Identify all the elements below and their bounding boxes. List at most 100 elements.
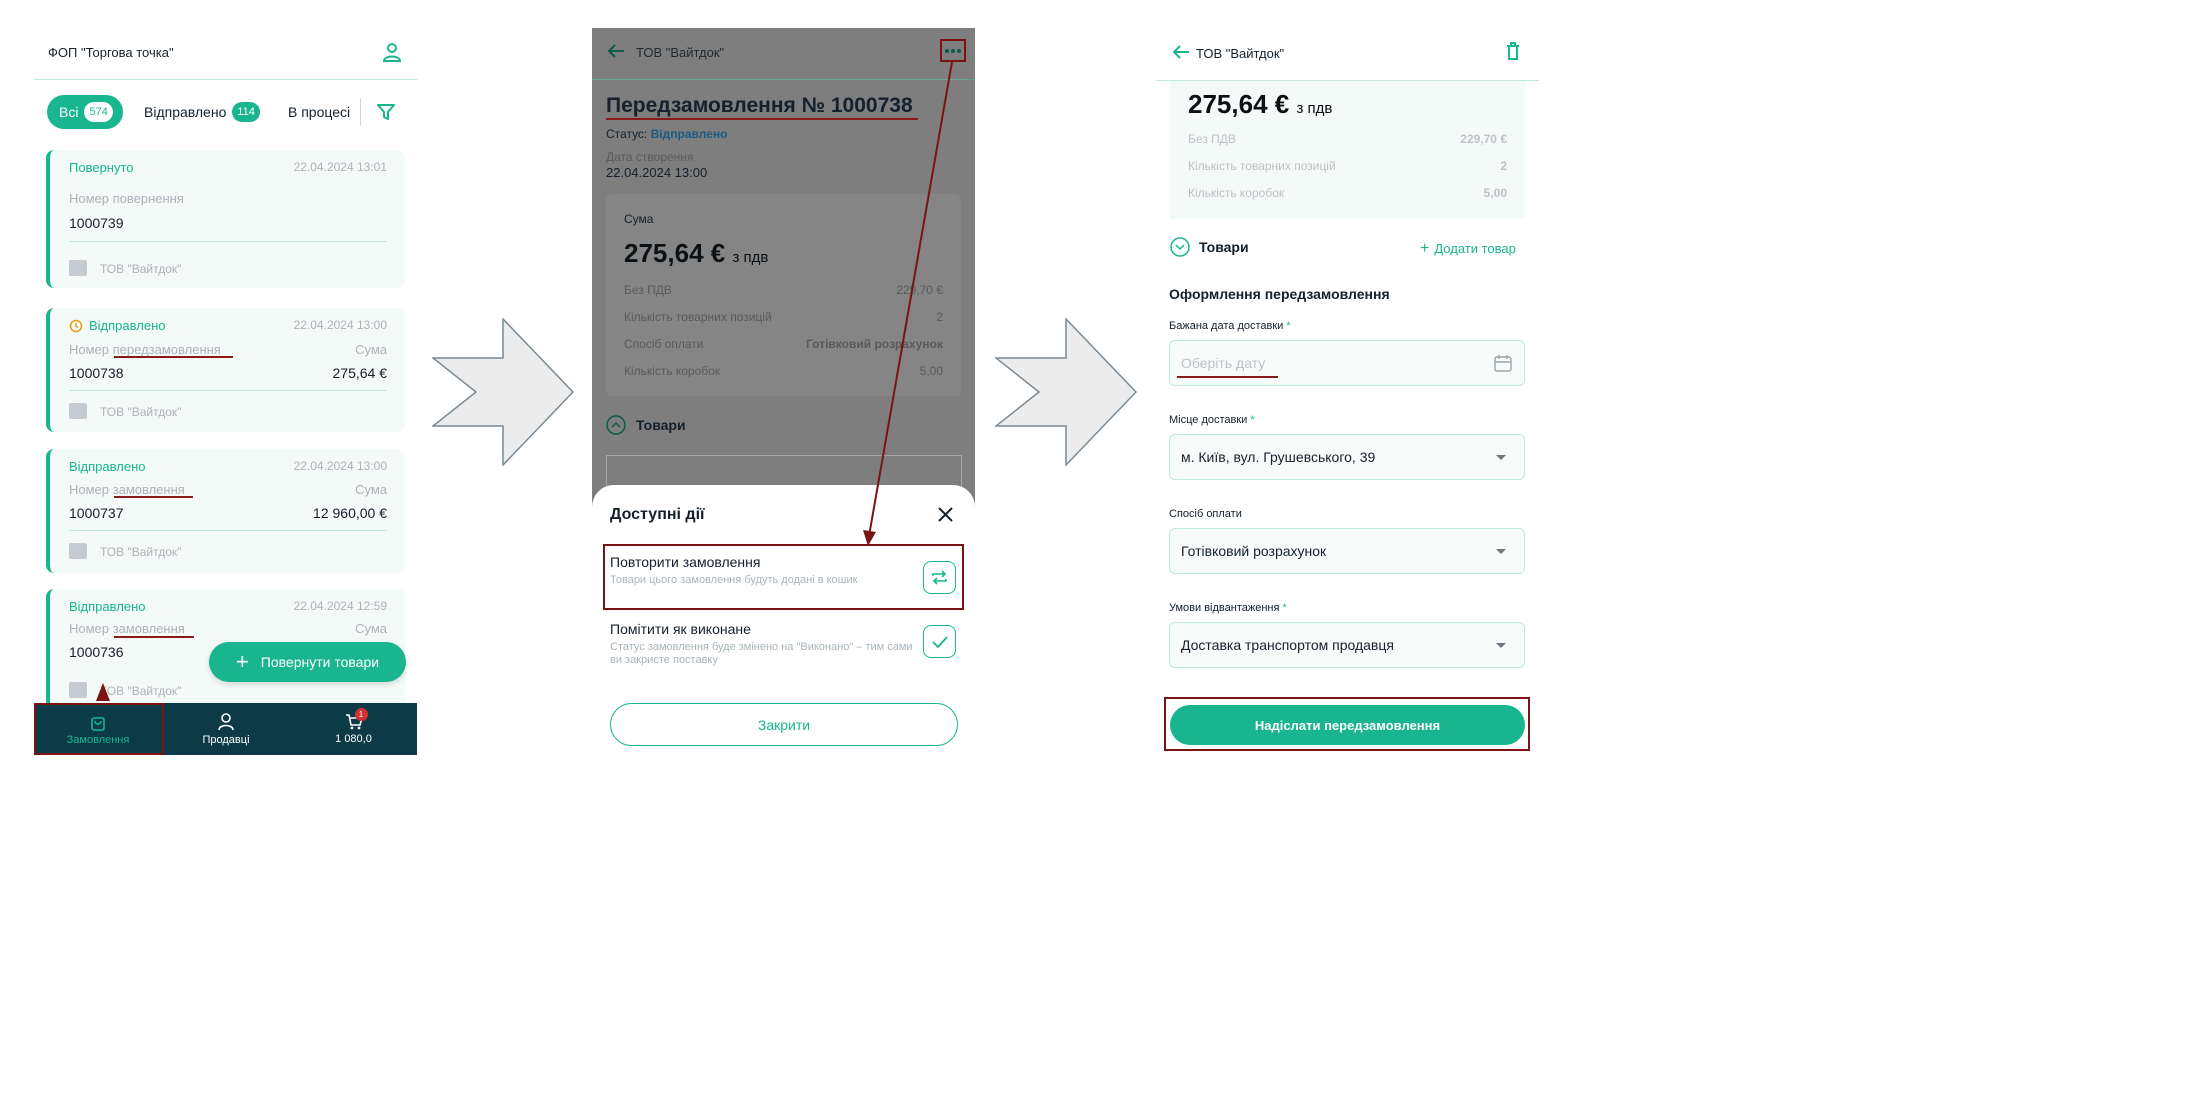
- filter-all-label: Всі: [59, 104, 79, 120]
- sum-amount: 275,64 €: [1188, 89, 1290, 119]
- row-value: 5,00: [1483, 186, 1507, 200]
- place-value: м. Київ, вул. Грушевського, 39: [1181, 449, 1376, 465]
- calendar-icon: [1494, 354, 1512, 372]
- company-icon: [69, 260, 87, 276]
- order-card[interactable]: Відправлено 22.04.2024 13:00 Номер замов…: [46, 449, 405, 573]
- row-label: Без ПДВ: [1188, 132, 1236, 146]
- company-icon: [69, 682, 87, 698]
- return-goods-label: Повернути товари: [260, 654, 380, 670]
- order-number-label: Номер замовлення: [69, 482, 185, 497]
- shipping-select[interactable]: Доставка транспортом продавця: [1169, 622, 1525, 668]
- chevron-down-icon[interactable]: [1170, 237, 1190, 257]
- row-label: Кількість товарних позицій: [1188, 159, 1336, 173]
- annotation-underline: [1177, 376, 1278, 378]
- place-label: Місце доставки *: [1169, 414, 1255, 426]
- form-section-title: Оформлення передзамовлення: [1169, 286, 1390, 302]
- shipping-value: Доставка транспортом продавця: [1181, 637, 1394, 653]
- flow-arrow-icon: [430, 317, 575, 471]
- order-date: 22.04.2024 13:00: [293, 459, 387, 473]
- order-number: 1000737: [69, 505, 124, 521]
- plus-icon: +: [235, 649, 249, 674]
- date-field[interactable]: Оберіть дату: [1169, 340, 1525, 386]
- order-card[interactable]: Відправлено 22.04.2024 13:00 Номер перед…: [46, 308, 405, 432]
- company-icon: [69, 543, 87, 559]
- summary-panel: 275,64 € з пдв Без ПДВ 229,70 € Кількіст…: [1170, 81, 1525, 219]
- order-number: 1000739: [69, 215, 124, 231]
- clock-history-icon: [69, 319, 83, 333]
- nav-sellers-label: Продавці: [202, 734, 250, 746]
- order-company: ТОВ "Вайтдок": [100, 545, 182, 559]
- filter-all-count: 574: [84, 102, 113, 122]
- add-goods-label: Додати товар: [1434, 241, 1516, 256]
- order-date: 22.04.2024 12:59: [293, 599, 387, 613]
- return-goods-button[interactable]: + Повернути товари: [209, 642, 406, 682]
- order-sum-label: Сума: [355, 621, 387, 636]
- plus-icon: +: [1420, 240, 1430, 257]
- order-number-label: Номер повернення: [69, 191, 184, 206]
- filter-all[interactable]: Всі 574: [47, 95, 123, 129]
- trash-icon[interactable]: [1506, 42, 1520, 60]
- order-status: Відправлено: [69, 599, 146, 614]
- annotation-underline: [114, 496, 193, 498]
- row-value: 2: [1500, 159, 1507, 173]
- filter-sent[interactable]: Відправлено 114: [144, 95, 260, 129]
- order-sum-label: Сума: [355, 482, 387, 497]
- order-sum: 275,64 €: [332, 365, 388, 381]
- add-goods-button[interactable]: + Додати товар: [1420, 240, 1516, 258]
- order-card[interactable]: Повернуто 22.04.2024 13:01 Номер поверне…: [46, 150, 405, 288]
- annotation-underline: [114, 356, 233, 358]
- cart-count-badge: 1: [354, 708, 368, 721]
- nav-cart[interactable]: 1 1 080,0: [290, 703, 417, 755]
- filter-sent-count: 114: [232, 102, 260, 122]
- order-sum-label: Сума: [355, 342, 387, 357]
- annotation-highlight-box: [34, 703, 164, 755]
- annotation-underline: [114, 636, 194, 638]
- filter-sent-label: Відправлено: [144, 104, 227, 120]
- order-number: 1000736: [69, 644, 124, 660]
- order-number-label: Номер передзамовлення: [69, 342, 221, 357]
- date-placeholder: Оберіть дату: [1181, 355, 1266, 371]
- order-status: Повернуто: [69, 160, 134, 175]
- payment-label: Спосіб оплати: [1169, 508, 1242, 520]
- filter-icon[interactable]: [377, 103, 395, 121]
- filter-in-progress-label: В процесі: [288, 104, 351, 120]
- order-company: ТОВ "Вайтдок": [100, 405, 182, 419]
- dropdown-arrow-icon: [1496, 643, 1506, 648]
- place-select[interactable]: м. Київ, вул. Грушевського, 39: [1169, 434, 1525, 480]
- annotation-highlight-box: [1164, 697, 1530, 751]
- preorder-actions-screen: ТОВ "Вайтдок" Передзамовлення № 1000738 …: [592, 28, 975, 755]
- order-number: 1000738: [69, 365, 124, 381]
- order-status: Відправлено: [89, 318, 166, 333]
- annotation-arrow: [863, 61, 953, 546]
- dropdown-arrow-icon: [1496, 455, 1506, 460]
- order-date: 22.04.2024 13:01: [293, 160, 387, 174]
- row-label: Кількість коробок: [1188, 186, 1285, 200]
- row-value: 229,70 €: [1460, 132, 1507, 146]
- order-date: 22.04.2024 13:00: [293, 318, 387, 332]
- nav-cart-label: 1 080,0: [335, 733, 372, 745]
- order-number-label: Номер замовлення: [69, 621, 185, 636]
- profile-icon[interactable]: [383, 42, 401, 62]
- goods-label: Товари: [1199, 239, 1249, 255]
- filter-in-progress[interactable]: В процесі: [288, 95, 350, 129]
- payment-value: Готівковий розрахунок: [1181, 543, 1327, 559]
- cart-icon: 1: [345, 708, 368, 730]
- flow-arrow-icon: [993, 317, 1138, 471]
- annotation-arrowhead: [96, 683, 110, 701]
- payment-select[interactable]: Готівковий розрахунок: [1169, 528, 1525, 574]
- sum-suffix: з пдв: [1296, 100, 1333, 117]
- date-label: Бажана дата доставки *: [1169, 320, 1291, 332]
- company-icon: [69, 403, 87, 419]
- orders-screen: ФОП "Торгова точка" Всі 574 Відправлено …: [34, 28, 417, 755]
- nav-sellers[interactable]: Продавці: [162, 703, 290, 755]
- order-sum: 12 960,00 €: [313, 505, 387, 521]
- order-company: ТОВ "Вайтдок": [100, 684, 182, 698]
- sum-value: 275,64 € з пдв: [1188, 89, 1332, 120]
- person-icon: [218, 713, 234, 731]
- store-name: ФОП "Торгова точка": [48, 45, 174, 60]
- order-company: ТОВ "Вайтдок": [100, 262, 182, 276]
- screen-title: ТОВ "Вайтдок": [1196, 46, 1285, 61]
- back-arrow-icon[interactable]: [1172, 44, 1190, 60]
- shipping-label: Умови відвантаження *: [1169, 602, 1287, 614]
- dropdown-arrow-icon: [1496, 549, 1506, 554]
